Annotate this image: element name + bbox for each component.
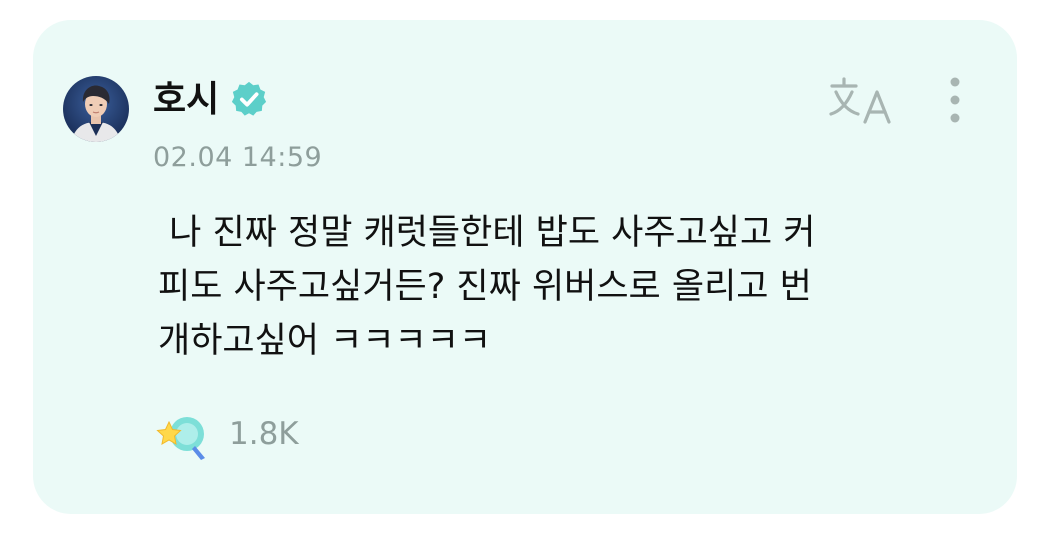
avatar-image xyxy=(63,76,129,142)
author-name[interactable]: 호시 xyxy=(153,76,219,124)
author-avatar[interactable] xyxy=(63,76,129,142)
post-card: 호시 02.04 14:59 나 진짜 정말 캐럿들한테 밥도 사주고싶고 커 … xyxy=(33,20,1017,514)
translate-icon[interactable] xyxy=(829,76,895,126)
post-body-text: 나 진짜 정말 캐럿들한테 밥도 사주고싶고 커 피도 사주고싶거든? 진짜 위… xyxy=(158,213,816,361)
reaction-button[interactable]: 1.8K xyxy=(155,406,299,462)
more-vertical-icon[interactable] xyxy=(943,76,967,124)
verified-badge-icon xyxy=(231,81,267,116)
reaction-count: 1.8K xyxy=(229,416,299,452)
post-timestamp: 02.04 14:59 xyxy=(153,142,323,173)
star-bubble-icon xyxy=(156,417,205,460)
